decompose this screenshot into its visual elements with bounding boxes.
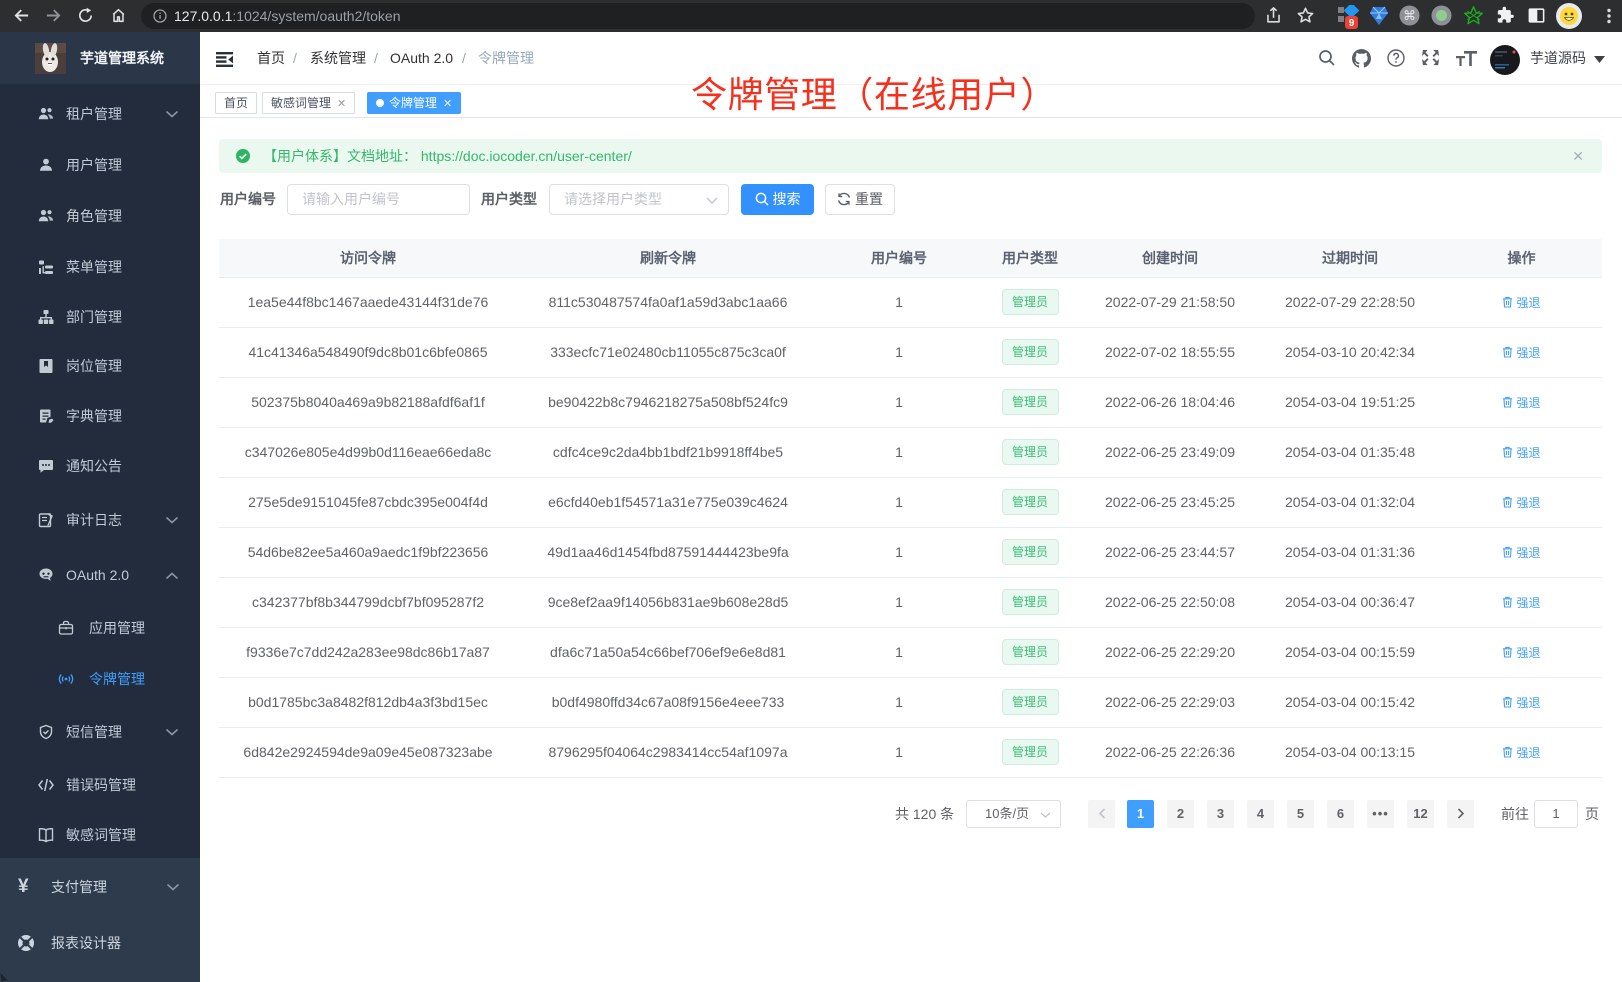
svg-text:9: 9 [1349,18,1355,29]
svg-text:⌘: ⌘ [1403,8,1416,23]
